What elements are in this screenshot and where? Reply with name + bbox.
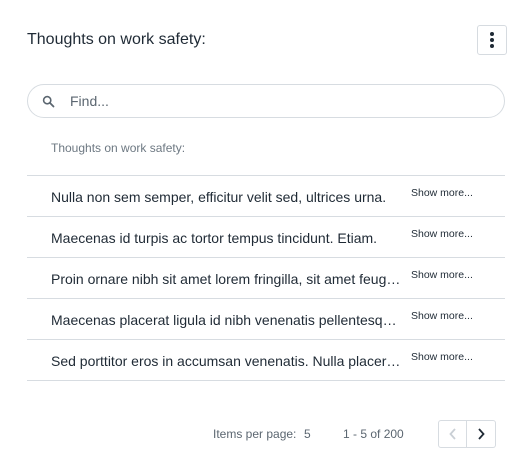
list-item: Maecenas placerat ligula id nibh venenat… xyxy=(27,299,505,340)
pagination-range: 1 - 5 of 200 xyxy=(343,427,404,441)
list-item-text: Maecenas placerat ligula id nibh venenat… xyxy=(51,312,401,328)
show-more-link[interactable]: Show more... xyxy=(411,228,473,240)
next-page-button[interactable] xyxy=(467,420,496,448)
show-more-link[interactable]: Show more... xyxy=(411,351,473,363)
list-item-text: Sed porttitor eros in accumsan venenatis… xyxy=(51,353,401,369)
items-per-page-select[interactable]: 5 xyxy=(304,427,311,441)
list-item-text: Maecenas id turpis ac tortor tempus tinc… xyxy=(51,230,378,246)
search-icon xyxy=(42,95,55,108)
list-header: Thoughts on work safety: xyxy=(51,141,186,155)
kebab-menu-icon xyxy=(490,32,494,48)
list-item: Nulla non sem semper, efficitur velit se… xyxy=(27,176,505,217)
show-more-link[interactable]: Show more... xyxy=(411,187,473,199)
thoughts-list: Nulla non sem semper, efficitur velit se… xyxy=(27,175,505,381)
more-options-button[interactable] xyxy=(477,25,507,55)
chevron-left-icon xyxy=(448,428,456,440)
items-per-page-label: Items per page: xyxy=(213,427,297,441)
show-more-link[interactable]: Show more... xyxy=(411,269,473,281)
chevron-right-icon xyxy=(478,428,485,440)
page-title: Thoughts on work safety: xyxy=(27,31,206,48)
list-item-text: Proin ornare nibh sit amet lorem fringil… xyxy=(51,271,401,287)
previous-page-button[interactable] xyxy=(438,420,467,448)
search-box xyxy=(27,84,505,118)
pagination: Items per page: 5 1 - 5 of 200 xyxy=(0,419,529,449)
list-item-text: Nulla non sem semper, efficitur velit se… xyxy=(51,189,387,205)
header: Thoughts on work safety: xyxy=(27,25,507,56)
search-input[interactable] xyxy=(70,91,490,111)
list-item: Proin ornare nibh sit amet lorem fringil… xyxy=(27,258,505,299)
list-item: Maecenas id turpis ac tortor tempus tinc… xyxy=(27,217,505,258)
show-more-link[interactable]: Show more... xyxy=(411,310,473,322)
list-item: Sed porttitor eros in accumsan venenatis… xyxy=(27,340,505,381)
